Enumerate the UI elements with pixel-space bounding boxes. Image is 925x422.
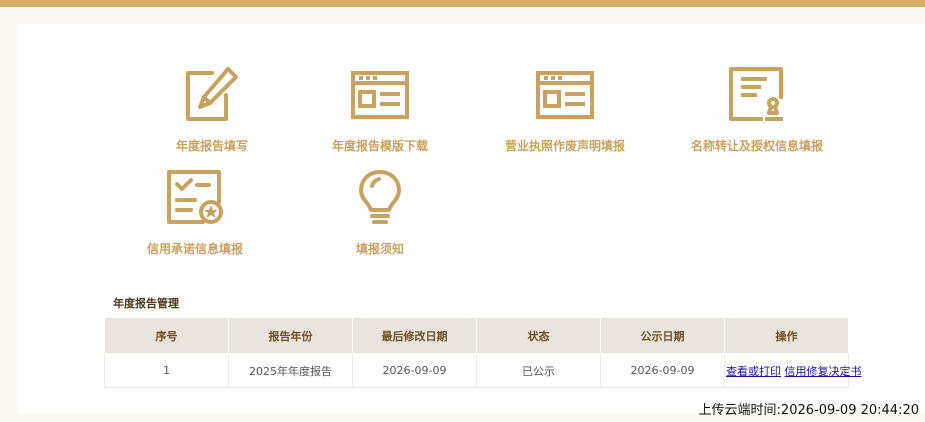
tile-label: 年度报告模版下载 [331,139,428,153]
credit-repair-link[interactable]: 信用修复决定书 [785,365,862,378]
tile-name-transfer[interactable]: 名称转让及授权信息填报 [667,65,847,154]
tile-license-void[interactable]: 营业执照作废声明填报 [475,65,655,154]
cell-status: 已公示 [476,353,601,388]
edit-icon [186,67,238,121]
column-header: 报告年份 [228,317,353,354]
tile-label: 信用承诺信息填报 [146,242,243,256]
tile-label: 年度报告填写 [175,139,248,153]
view-print-link[interactable]: 查看或打印 [726,365,781,378]
table-row: 1 2025年年度报告 2026-09-09 已公示 2026-09-09 查看… [104,353,862,388]
stamp-document-icon [729,67,783,121]
license-icon [536,71,594,119]
cell-actions: 查看或打印 信用修复决定书 [724,353,862,388]
top-accent-bar [0,0,925,7]
tile-label: 填报须知 [355,242,404,256]
cell-publish-date: 2026-09-09 [600,353,725,388]
tile-credit-commitment[interactable]: 信用承诺信息填报 [105,168,285,257]
cell-modified: 2026-09-09 [352,353,477,388]
cell-year: 2025年年度报告 [228,353,353,388]
tile-fill-instructions[interactable]: 填报须知 [290,168,470,257]
table-header-row: 序号 报告年份 最后修改日期 状态 公示日期 操作 [104,317,849,354]
tile-label: 名称转让及授权信息填报 [690,139,823,153]
lightbulb-icon [359,170,401,224]
upload-time: 上传云端时间:2026-09-09 20:44:20 [698,403,919,418]
column-header: 序号 [104,317,229,354]
template-icon [351,71,409,119]
column-header: 状态 [476,317,601,354]
column-header: 最后修改日期 [352,317,477,354]
column-header: 操作 [724,317,849,354]
section-title: 年度报告管理 [113,297,179,310]
cell-no: 1 [104,353,229,388]
column-header: 公示日期 [600,317,725,354]
tile-label: 营业执照作废声明填报 [504,139,625,153]
annual-report-table: 序号 报告年份 最后修改日期 状态 公示日期 操作 1 2025年年度报告 20… [104,317,862,388]
checklist-badge-icon [167,170,223,224]
tile-template-download[interactable]: 年度报告模版下载 [290,65,470,154]
tile-annual-report-fill[interactable]: 年度报告填写 [122,65,302,154]
